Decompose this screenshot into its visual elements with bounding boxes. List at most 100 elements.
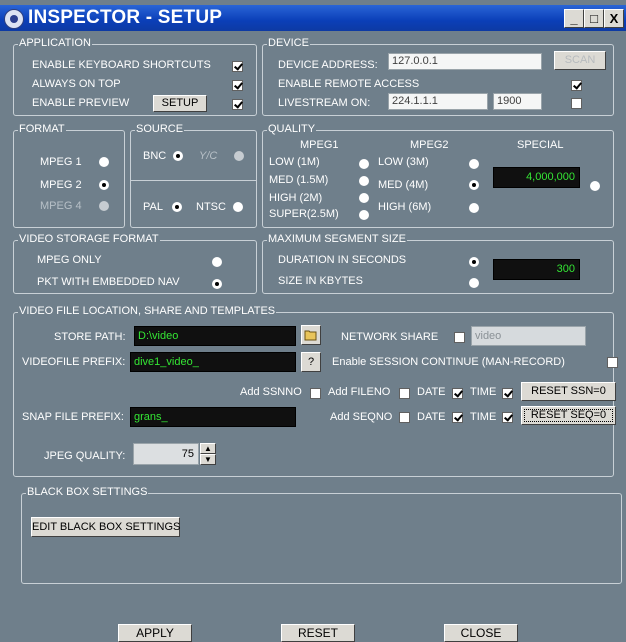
med-15m-radio[interactable] [359, 176, 369, 186]
duration-seconds-label: DURATION IN SECONDS [278, 254, 407, 266]
format-group-label: FORMAT [18, 123, 66, 135]
special-radio[interactable] [590, 181, 600, 191]
remote-access-checkbox[interactable] [571, 80, 582, 91]
livestream-label: LIVESTREAM ON: [278, 97, 371, 109]
session-continue-label: Enable SESSION CONTINUE (MAN-RECORD) [332, 356, 565, 368]
mpeg-only-label: MPEG ONLY [37, 254, 102, 266]
mpeg4-label: MPEG 4 [40, 200, 82, 212]
title-bar[interactable]: INSPECTOR - SETUP _ □ X [0, 5, 626, 31]
jpeg-quality-label: JPEG QUALITY: [44, 450, 126, 462]
close-window-button[interactable]: X [604, 9, 624, 28]
low-3m-radio[interactable] [469, 159, 479, 169]
file-location-group-label: VIDEO FILE LOCATION, SHARE AND TEMPLATES [18, 305, 277, 317]
snap-prefix-label: SNAP FILE PREFIX: [22, 411, 124, 423]
date-checkbox-1[interactable] [452, 388, 463, 399]
network-share-checkbox[interactable] [454, 332, 465, 343]
super-25m-radio[interactable] [359, 210, 369, 220]
mpeg-only-radio[interactable] [212, 257, 222, 267]
mpeg1-column-header: MPEG1 [300, 139, 339, 151]
mpeg1-radio[interactable] [99, 157, 109, 167]
videofile-prefix-input[interactable]: dive1_video_ [130, 352, 296, 372]
livestream-ip-input[interactable]: 224.1.1.1 [388, 93, 488, 110]
date-label-1: DATE [417, 386, 446, 398]
source-group: SOURCE [130, 123, 257, 228]
jpeg-quality-down-icon[interactable]: ▼ [200, 454, 216, 465]
device-group-label: DEVICE [267, 37, 310, 49]
enable-preview-label: ENABLE PREVIEW [32, 97, 130, 109]
reset-seq-button[interactable]: RESET SEQ=0 [521, 406, 616, 425]
jpeg-quality-input[interactable]: 75 [133, 443, 199, 465]
high-6m-radio[interactable] [469, 203, 479, 213]
network-share-input[interactable]: video [471, 326, 586, 346]
remote-access-label: ENABLE REMOTE ACCESS [278, 78, 420, 90]
prefix-help-button[interactable]: ? [301, 352, 321, 372]
maximize-button[interactable]: □ [584, 9, 604, 28]
low-3m-label: LOW (3M) [378, 156, 429, 168]
time-label-1: TIME [470, 386, 497, 398]
black-box-group: BLACK BOX SETTINGS [21, 486, 622, 584]
med-4m-label: MED (4M) [378, 179, 429, 191]
size-kbytes-label: SIZE IN KBYTES [278, 275, 363, 287]
special-bitrate-input[interactable]: 4,000,000 [493, 167, 580, 188]
high-2m-radio[interactable] [359, 193, 369, 203]
videofile-prefix-label: VIDEOFILE PREFIX: [22, 356, 126, 368]
high-6m-label: HIGH (6M) [378, 201, 432, 213]
low-1m-radio[interactable] [359, 159, 369, 169]
snap-prefix-input[interactable]: grans_ [130, 407, 296, 427]
black-box-group-label: BLACK BOX SETTINGS [26, 486, 149, 498]
keyboard-shortcuts-checkbox[interactable] [232, 61, 243, 72]
scan-button[interactable]: SCAN [554, 51, 606, 70]
low-1m-label: LOW (1M) [269, 156, 320, 168]
source-group-label: SOURCE [135, 123, 185, 135]
yc-radio[interactable] [234, 151, 244, 161]
jpeg-quality-up-icon[interactable]: ▲ [200, 443, 216, 454]
mpeg2-radio[interactable] [99, 180, 109, 190]
pal-radio[interactable] [172, 202, 182, 212]
segment-size-group-label: MAXIMUM SEGMENT SIZE [267, 233, 407, 245]
reset-ssn-button[interactable]: RESET SSN=0 [521, 382, 616, 401]
size-kbytes-radio[interactable] [469, 278, 479, 288]
close-button[interactable]: CLOSE [444, 624, 518, 642]
mpeg4-radio[interactable] [99, 201, 109, 211]
apply-button[interactable]: APPLY [118, 624, 192, 642]
preview-setup-button[interactable]: SETUP [153, 95, 207, 112]
med-15m-label: MED (1.5M) [269, 174, 329, 186]
device-address-input[interactable]: 127.0.0.1 [388, 53, 542, 70]
high-2m-label: HIGH (2M) [269, 192, 323, 204]
date-label-2: DATE [417, 411, 446, 423]
session-continue-checkbox[interactable] [607, 357, 618, 368]
ntsc-radio[interactable] [233, 202, 243, 212]
edit-black-box-button[interactable]: EDIT BLACK BOX SETTINGS [31, 517, 180, 537]
date-checkbox-2[interactable] [452, 412, 463, 423]
add-ssnno-label: Add SSNNO [240, 386, 302, 398]
med-4m-radio[interactable] [469, 180, 479, 190]
time-checkbox-1[interactable] [502, 388, 513, 399]
enable-preview-checkbox[interactable] [232, 99, 243, 110]
bnc-radio[interactable] [173, 151, 183, 161]
pkt-nav-radio[interactable] [212, 279, 222, 289]
time-label-2: TIME [470, 411, 497, 423]
pal-label: PAL [143, 201, 163, 213]
reset-button[interactable]: RESET [281, 624, 355, 642]
pkt-nav-label: PKT WITH EMBEDDED NAV [37, 276, 180, 288]
add-ssnno-checkbox[interactable] [310, 388, 321, 399]
folder-icon[interactable] [301, 325, 321, 345]
ntsc-label: NTSC [196, 201, 226, 213]
livestream-port-input[interactable]: 1900 [493, 93, 542, 110]
always-on-top-checkbox[interactable] [232, 80, 243, 91]
source-divider [130, 180, 257, 181]
segment-size-input[interactable]: 300 [493, 259, 580, 280]
minimize-button[interactable]: _ [564, 9, 584, 28]
time-checkbox-2[interactable] [502, 412, 513, 423]
add-seqno-checkbox[interactable] [399, 412, 410, 423]
add-fileno-checkbox[interactable] [399, 388, 410, 399]
add-seqno-label: Add SEQNO [330, 411, 393, 423]
mpeg1-label: MPEG 1 [40, 156, 82, 168]
duration-seconds-radio[interactable] [469, 257, 479, 267]
storage-format-group-label: VIDEO STORAGE FORMAT [18, 233, 160, 245]
store-path-input[interactable]: D:\video [134, 326, 296, 346]
livestream-checkbox[interactable] [571, 98, 582, 109]
add-fileno-label: Add FILENO [328, 386, 391, 398]
quality-group-label: QUALITY [267, 123, 317, 135]
network-share-label: NETWORK SHARE [341, 331, 439, 343]
